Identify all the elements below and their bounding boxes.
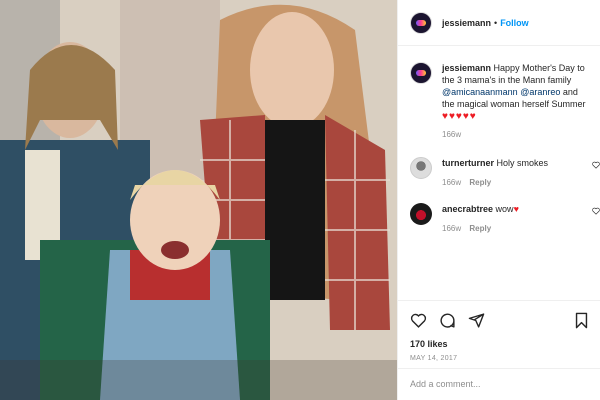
mention-aranreo[interactable]: @aranreo bbox=[520, 87, 560, 97]
bookmark-icon[interactable] bbox=[574, 312, 589, 329]
caption: jessiemann Happy Mother's Day to the 3 m… bbox=[398, 46, 600, 141]
reply-button[interactable]: Reply bbox=[469, 224, 491, 233]
mention-amicanaanmann[interactable]: @amicanaanmann bbox=[442, 87, 518, 97]
post-actions: 170 likes MAY 14, 2017 bbox=[398, 300, 600, 362]
comment-like-icon[interactable] bbox=[592, 207, 600, 215]
follow-button[interactable]: Follow bbox=[500, 18, 529, 28]
avatar[interactable] bbox=[410, 11, 432, 34]
comment-body: anecrabtree wow♥ 166w Reply bbox=[442, 203, 519, 235]
caption-username[interactable]: jessiemann bbox=[442, 63, 491, 73]
comment-item: turnerturner Holy smokes 166w Reply bbox=[398, 157, 600, 189]
heart-icon[interactable] bbox=[410, 312, 427, 329]
share-icon[interactable] bbox=[468, 312, 485, 329]
likes-count[interactable]: 170 likes bbox=[410, 339, 589, 349]
avatar-logo bbox=[416, 19, 426, 26]
caption-age: 166w bbox=[442, 130, 462, 139]
heart-emoji: ♥ bbox=[513, 204, 519, 214]
comment-age: 166w bbox=[442, 178, 462, 187]
post-date: MAY 14, 2017 bbox=[410, 355, 458, 362]
commenter-avatar[interactable] bbox=[410, 203, 432, 225]
family-photo-illustration bbox=[0, 0, 397, 400]
reply-button[interactable]: Reply bbox=[469, 178, 491, 187]
post-detail-panel: jessiemann • Follow jessiemann Happy Mot… bbox=[397, 0, 600, 400]
comment-body: turnerturner Holy smokes 166w Reply bbox=[442, 157, 548, 189]
commenter-avatar[interactable] bbox=[410, 157, 432, 179]
comment-username[interactable]: turnerturner bbox=[442, 158, 494, 168]
comment-username[interactable]: anecrabtree bbox=[442, 204, 493, 214]
action-icons bbox=[410, 311, 589, 329]
post-photo[interactable] bbox=[0, 0, 397, 400]
comment-text: Holy smokes bbox=[496, 158, 549, 168]
caption-avatar[interactable] bbox=[410, 62, 432, 84]
comment-meta: 166w Reply bbox=[442, 223, 519, 235]
avatar-logo bbox=[416, 70, 426, 76]
separator-dot: • bbox=[494, 17, 498, 28]
comment-icon[interactable] bbox=[439, 312, 456, 329]
comment-meta: 166w Reply bbox=[442, 177, 548, 189]
comment-text: wow bbox=[495, 204, 514, 214]
post-username[interactable]: jessiemann bbox=[442, 18, 491, 28]
caption-text: jessiemann Happy Mother's Day to the 3 m… bbox=[442, 62, 588, 141]
add-comment-input[interactable]: Add a comment... bbox=[398, 368, 600, 400]
comment-age: 166w bbox=[442, 224, 462, 233]
heart-emojis: ♥♥♥♥♥ bbox=[442, 111, 477, 122]
comment-like-icon[interactable] bbox=[592, 161, 600, 169]
post-header: jessiemann • Follow bbox=[398, 0, 600, 46]
comment-item: anecrabtree wow♥ 166w Reply bbox=[398, 203, 600, 235]
